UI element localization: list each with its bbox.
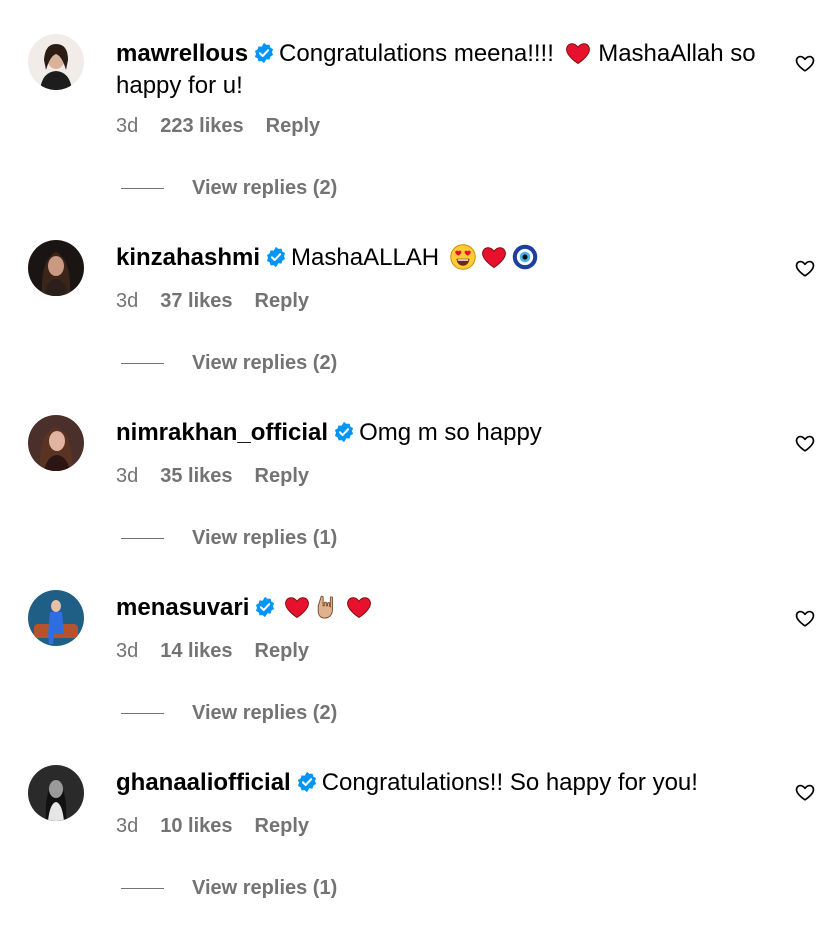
avatar[interactable] bbox=[28, 240, 84, 296]
comment-body: ghanaaliofficial Congratulations!! So hap… bbox=[116, 767, 766, 799]
verified-badge-icon bbox=[256, 596, 275, 618]
red-heart-icon bbox=[565, 43, 590, 65]
heart-outline-icon[interactable] bbox=[794, 52, 816, 74]
comment-body: kinzahashmi MashaALLAH bbox=[116, 242, 766, 274]
view-replies-button[interactable]: View replies (2) bbox=[121, 701, 337, 725]
comment-username[interactable]: mawrellous bbox=[116, 40, 248, 67]
reply-button[interactable]: Reply bbox=[266, 115, 320, 137]
avatar[interactable] bbox=[28, 415, 84, 471]
comment-text: MashaALLAH bbox=[291, 244, 440, 271]
heart-outline-icon[interactable] bbox=[794, 257, 816, 279]
comment-username[interactable]: nimrakhan_official bbox=[116, 419, 328, 446]
comment-age: 3d bbox=[116, 465, 139, 487]
view-replies-label: View replies (2) bbox=[192, 702, 338, 724]
verified-badge-icon bbox=[297, 771, 316, 793]
heart-eyes-icon bbox=[450, 244, 476, 270]
view-replies-label: View replies (1) bbox=[192, 877, 338, 899]
comment-likes[interactable]: 14 likes bbox=[160, 640, 232, 662]
view-replies-label: View replies (2) bbox=[192, 352, 338, 374]
avatar[interactable] bbox=[28, 590, 84, 646]
heart-outline-icon[interactable] bbox=[794, 781, 816, 803]
comment-likes[interactable]: 35 likes bbox=[160, 465, 232, 487]
view-replies-label: View replies (1) bbox=[192, 527, 338, 549]
heart-outline-icon[interactable] bbox=[794, 432, 816, 454]
comment-meta: 3d 35 likes Reply bbox=[116, 464, 309, 488]
comment-body: mawrellous Congratulations meena!!!! Mash… bbox=[116, 38, 766, 102]
replies-divider bbox=[121, 713, 164, 715]
verified-badge-icon bbox=[266, 246, 286, 268]
sign-of-horns-icon bbox=[318, 595, 334, 619]
comment-body: menasuvari bbox=[116, 592, 766, 624]
comment-age: 3d bbox=[116, 640, 139, 662]
comment-meta: 3d 37 likes Reply bbox=[116, 289, 309, 313]
comment-age: 3d bbox=[116, 815, 139, 837]
view-replies-button[interactable]: View replies (1) bbox=[121, 876, 337, 900]
comment-meta: 3d 10 likes Reply bbox=[116, 814, 309, 838]
reply-button[interactable]: Reply bbox=[255, 815, 309, 837]
comment-age: 3d bbox=[116, 115, 139, 137]
nazar-amulet-icon bbox=[512, 244, 538, 270]
comment-text: Omg m so happy bbox=[359, 419, 542, 446]
comment-username[interactable]: kinzahashmi bbox=[116, 244, 260, 271]
comment-meta: 3d 14 likes Reply bbox=[116, 639, 309, 663]
red-heart-icon bbox=[285, 597, 310, 619]
verified-badge-icon bbox=[334, 421, 354, 443]
red-heart-icon bbox=[481, 247, 506, 269]
reply-button[interactable]: Reply bbox=[255, 640, 309, 662]
replies-divider bbox=[121, 538, 164, 540]
verified-badge-icon bbox=[254, 42, 274, 64]
view-replies-button[interactable]: View replies (1) bbox=[121, 526, 337, 550]
avatar[interactable] bbox=[28, 765, 84, 821]
reply-button[interactable]: Reply bbox=[255, 290, 309, 312]
replies-divider bbox=[121, 888, 164, 890]
replies-divider bbox=[121, 188, 164, 190]
heart-outline-icon[interactable] bbox=[794, 607, 816, 629]
comment-likes[interactable]: 10 likes bbox=[160, 815, 232, 837]
view-replies-button[interactable]: View replies (2) bbox=[121, 351, 337, 375]
comment-likes[interactable]: 37 likes bbox=[160, 290, 232, 312]
reply-button[interactable]: Reply bbox=[255, 465, 309, 487]
comment-username[interactable]: ghanaaliofficial bbox=[116, 769, 291, 796]
comment-likes[interactable]: 223 likes bbox=[160, 115, 243, 137]
comment-body: nimrakhan_official Omg m so happy bbox=[116, 417, 766, 449]
red-heart-icon bbox=[347, 597, 372, 619]
comment-age: 3d bbox=[116, 290, 139, 312]
avatar[interactable] bbox=[28, 34, 84, 90]
replies-divider bbox=[121, 363, 164, 365]
comment-text: Congratulations!! So happy for you! bbox=[321, 769, 698, 796]
comment-meta: 3d 223 likes Reply bbox=[116, 114, 320, 138]
view-replies-label: View replies (2) bbox=[192, 177, 338, 199]
comment-username[interactable]: menasuvari bbox=[116, 594, 249, 621]
view-replies-button[interactable]: View replies (2) bbox=[121, 176, 337, 200]
comment-text: Congratulations meena!!!! bbox=[279, 40, 554, 67]
